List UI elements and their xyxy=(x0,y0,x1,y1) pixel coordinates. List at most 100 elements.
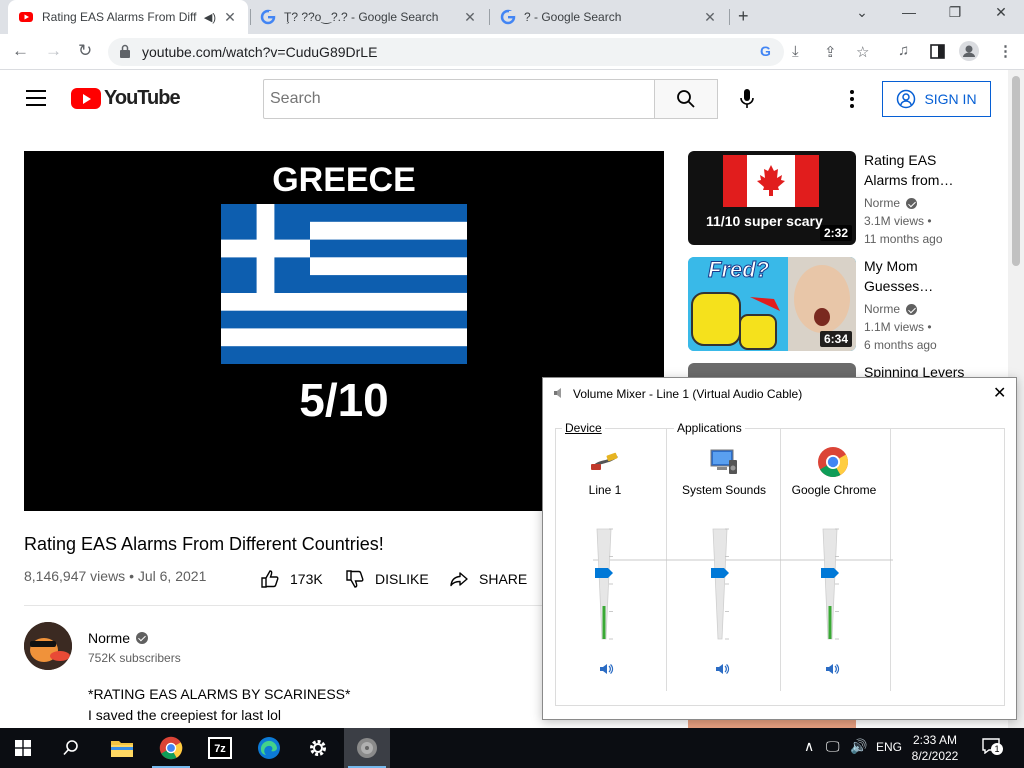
chrome-icon[interactable] xyxy=(817,446,849,478)
lock-icon[interactable] xyxy=(120,44,130,58)
video-duration: 2:32 xyxy=(819,225,852,241)
language-indicator[interactable]: ENG xyxy=(876,740,902,754)
minimize-button[interactable]: — xyxy=(887,4,931,20)
new-tab-button[interactable]: + xyxy=(738,6,749,27)
youtube-logo[interactable]: YouTube xyxy=(71,87,181,110)
maximize-button[interactable]: ❐ xyxy=(933,4,977,21)
tab-strip: Rating EAS Alarms From Diff ◀) ✕ Ţ? ??ο‿… xyxy=(0,0,1024,34)
mute-speaker-icon[interactable] xyxy=(598,661,614,677)
reload-icon[interactable]: ↻ xyxy=(78,41,92,61)
tab-google-search-1[interactable]: Ţ? ??ο‿?.? - Google Search ✕ xyxy=(250,0,488,34)
applications-group-label: Applications xyxy=(674,421,745,435)
volume-slider-line1[interactable] xyxy=(595,525,613,643)
sign-in-button[interactable]: SIGN IN xyxy=(882,81,991,117)
show-hidden-icons-chevron-icon[interactable]: ∧ xyxy=(804,738,814,755)
speaker-icon[interactable]: ◀) xyxy=(204,11,216,24)
share-button[interactable]: SHARE xyxy=(449,569,527,589)
mute-speaker-icon[interactable] xyxy=(824,661,840,677)
taskbar-settings[interactable] xyxy=(295,728,341,768)
video-views-date: 8,146,947 views • Jul 6, 2021 xyxy=(24,568,207,584)
related-title-1[interactable]: Rating EAS Alarms from… xyxy=(864,150,994,190)
microphone-icon[interactable] xyxy=(732,84,762,114)
profile-avatar-icon[interactable] xyxy=(959,41,979,61)
share-label: SHARE xyxy=(479,571,528,587)
search-input[interactable] xyxy=(263,79,655,119)
media-controls-icon[interactable]: ♫ xyxy=(898,42,909,59)
related-thumbnail-2[interactable]: Fred? 6:34 xyxy=(688,257,856,351)
tab-title: Rating EAS Alarms From Diff xyxy=(42,10,197,24)
related-title-line: My Mom xyxy=(864,258,918,274)
address-bar[interactable]: youtube.com/watch?v=CuduG89DrLE G ⤓ ⇪ ☆ xyxy=(108,38,869,66)
dislike-button[interactable]: DISLIKE xyxy=(345,569,429,589)
channel-avatar[interactable] xyxy=(24,622,72,670)
canada-flag-image xyxy=(723,155,819,207)
side-panel-icon[interactable] xyxy=(930,44,945,59)
volume-tray-icon[interactable]: 🔊 xyxy=(850,738,867,755)
google-lens-icon[interactable]: G xyxy=(760,43,771,59)
taskbar-edge[interactable] xyxy=(246,728,292,768)
taskbar-volume-mixer[interactable] xyxy=(344,728,390,768)
notification-center-button[interactable]: 1 xyxy=(982,738,1003,756)
svg-text:7z: 7z xyxy=(214,743,226,755)
video-title: Rating EAS Alarms From Different Countri… xyxy=(24,534,384,554)
taskbar-file-explorer[interactable] xyxy=(99,728,145,768)
channel-avatar-image xyxy=(24,622,72,670)
related-thumbnail-4[interactable] xyxy=(688,720,856,728)
related-title-line: Alarms from… xyxy=(864,172,954,188)
start-button[interactable] xyxy=(0,728,46,768)
video-overlay-title: GREECE xyxy=(272,161,416,199)
system-clock[interactable]: 2:33 AM 8/2/2022 xyxy=(904,732,966,764)
more-options-icon[interactable] xyxy=(850,90,856,111)
description-line-2: I saved the creepiest for last lol xyxy=(88,707,281,723)
7zip-icon: 7z xyxy=(208,737,232,759)
thumbs-up-icon xyxy=(261,570,279,588)
close-window-button[interactable]: ✕ xyxy=(979,4,1023,21)
search-icon xyxy=(63,740,78,756)
thumbnail-caption: Fred? xyxy=(707,257,770,283)
network-icon[interactable]: 🖵 xyxy=(826,738,840,755)
install-icon[interactable]: ⤓ xyxy=(792,43,799,60)
folder-icon xyxy=(111,741,133,757)
related-thumbnail-1[interactable]: 11/10 super scary 2:32 xyxy=(688,151,856,245)
related-channel-1[interactable]: Norme xyxy=(864,196,918,210)
hamburger-menu-icon[interactable] xyxy=(26,90,46,106)
tab-google-search-2[interactable]: ? - Google Search ✕ xyxy=(490,0,728,34)
scrollbar-thumb[interactable] xyxy=(1012,76,1020,266)
search-button[interactable] xyxy=(654,79,718,119)
tab-separator xyxy=(729,9,730,25)
related-age-2: 6 months ago xyxy=(864,338,937,352)
related-title-line: Guesses… xyxy=(864,278,934,294)
related-views-1: 3.1M views • xyxy=(864,214,932,228)
chrome-menu-icon[interactable]: ⋮ xyxy=(998,42,1013,60)
audio-cable-icon[interactable] xyxy=(589,446,621,478)
mixer-close-button[interactable]: ✕ xyxy=(993,383,1006,403)
tab-title: Ţ? ??ο‿?.? - Google Search xyxy=(284,10,439,24)
volume-slider-google-chrome[interactable] xyxy=(821,525,839,643)
edge-icon xyxy=(258,737,280,759)
bookmark-star-icon[interactable]: ☆ xyxy=(856,43,869,61)
share-icon[interactable]: ⇪ xyxy=(824,43,837,61)
taskbar-chrome[interactable] xyxy=(148,728,194,768)
tab-close-icon[interactable]: ✕ xyxy=(462,9,478,26)
related-title-line: Rating EAS xyxy=(864,152,937,168)
tab-close-icon[interactable]: ✕ xyxy=(702,9,718,26)
system-sounds-icon[interactable] xyxy=(707,446,739,478)
windows-taskbar: 7z ∧ 🖵 🔊 ENG 2:33 AM 8/2/2022 1 xyxy=(0,728,1024,768)
slider-link-line xyxy=(593,559,893,561)
back-arrow-icon[interactable]: ← xyxy=(12,41,29,61)
channel-label-google-chrome: Google Chrome xyxy=(791,483,877,497)
tab-close-icon[interactable]: ✕ xyxy=(222,9,238,26)
volume-slider-system-sounds[interactable] xyxy=(711,525,729,643)
tab-search-button[interactable]: ⌄ xyxy=(840,4,884,21)
mute-speaker-icon[interactable] xyxy=(714,661,730,677)
related-title-2[interactable]: My Mom Guesses… xyxy=(864,256,994,296)
like-button[interactable]: 173K xyxy=(260,569,323,589)
taskbar-search-button[interactable] xyxy=(48,728,94,768)
channel-name[interactable]: Norme xyxy=(88,630,149,646)
taskbar-7zip[interactable]: 7z xyxy=(197,728,243,768)
forward-arrow-icon[interactable]: → xyxy=(45,41,62,61)
related-channel-2[interactable]: Norme xyxy=(864,302,918,316)
youtube-wordmark: YouTube xyxy=(104,87,181,109)
account-circle-icon xyxy=(897,89,916,109)
tab-youtube[interactable]: Rating EAS Alarms From Diff ◀) ✕ xyxy=(8,0,248,34)
